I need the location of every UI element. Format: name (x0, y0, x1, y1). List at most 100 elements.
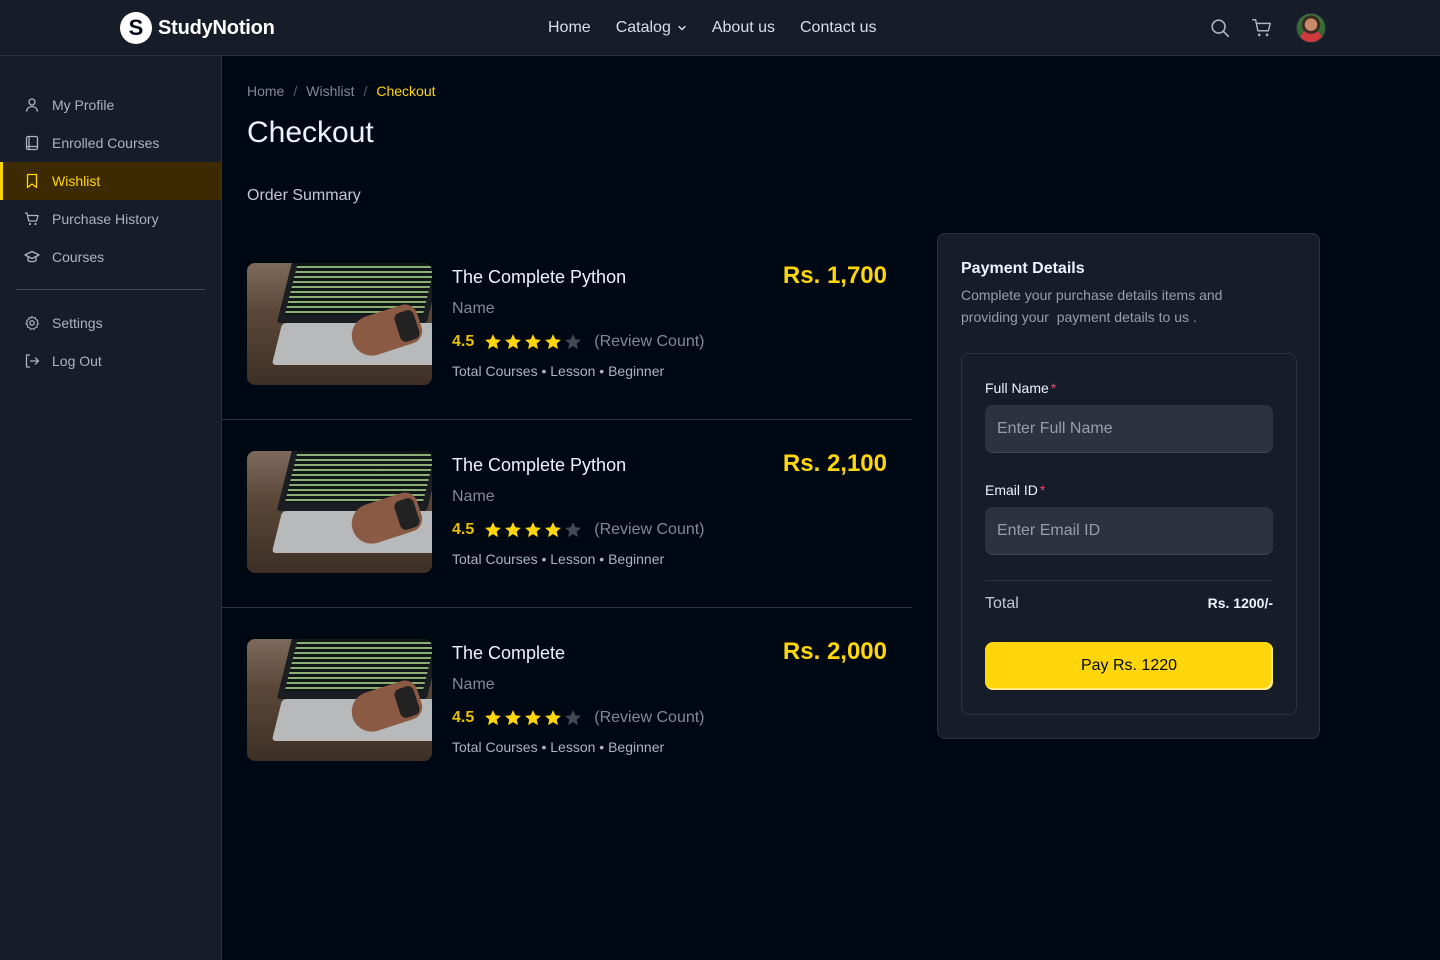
star-rating (484, 333, 582, 351)
sidebar-divider (16, 289, 205, 290)
star-filled-icon (505, 710, 522, 726)
email-label-text: Email ID (985, 482, 1038, 498)
sidebar: My Profile Enrolled Courses Wishlist Pur… (0, 56, 222, 960)
course-rating: 4.5 (Review Count) (452, 330, 705, 354)
star-filled-icon (545, 334, 562, 350)
course-meta: Total Courses • Lesson • Beginner (452, 551, 665, 567)
sidebar-item-label: Purchase History (52, 211, 159, 227)
pay-button[interactable]: Pay Rs. 1220 (985, 642, 1273, 690)
star-filled-icon (505, 334, 522, 350)
breadcrumb-separator: / (363, 83, 368, 99)
star-filled-icon (485, 522, 502, 538)
course-rating: 4.5 (Review Count) (452, 518, 705, 542)
sidebar-item-courses[interactable]: Courses (0, 238, 221, 276)
breadcrumb: Home / Wishlist / Checkout (247, 83, 436, 99)
logout-icon (25, 354, 40, 368)
star-rating (484, 521, 582, 539)
sidebar-item-label: Settings (52, 315, 103, 331)
cart-icon[interactable] (1250, 16, 1274, 40)
course-title[interactable]: The Complete (452, 640, 705, 666)
required-mark: * (1039, 482, 1046, 498)
gear-icon (25, 315, 40, 330)
course-info: The Complete Python Name 4.5 (Review Cou… (452, 264, 705, 379)
full-name-label-text: Full Name (985, 380, 1049, 396)
avatar[interactable] (1296, 13, 1326, 43)
breadcrumb-wishlist[interactable]: Wishlist (306, 83, 354, 99)
star-empty-icon (565, 334, 582, 350)
star-empty-icon (565, 522, 582, 538)
star-filled-icon (525, 522, 542, 538)
total-label: Total (985, 595, 1019, 612)
breadcrumb-home[interactable]: Home (247, 83, 284, 99)
nav-home[interactable]: Home (548, 19, 591, 37)
payment-details-description: Complete your purchase details items and… (961, 287, 1227, 325)
form-divider (985, 580, 1273, 581)
sidebar-item-purchase-history[interactable]: Purchase History (0, 200, 221, 238)
email-label: Email ID * (985, 482, 1045, 498)
brand-logo[interactable]: S StudyNotion (120, 12, 275, 44)
course-thumbnail[interactable] (247, 639, 432, 761)
nav-about[interactable]: About us (712, 19, 775, 37)
review-count: (Review Count) (594, 709, 705, 726)
header-actions (1208, 12, 1326, 44)
sidebar-item-my-profile[interactable]: My Profile (0, 86, 221, 124)
review-count: (Review Count) (594, 333, 705, 350)
star-rating (484, 709, 582, 727)
email-input[interactable] (985, 507, 1273, 555)
course-subtitle: Name (452, 676, 495, 693)
user-icon (25, 98, 39, 112)
sidebar-item-logout[interactable]: Log Out (0, 342, 221, 380)
payment-form: Full Name* Email ID* Total Rs. 1200/- Pa… (961, 353, 1297, 715)
order-item: The Complete Python Name 4.5 (Review Cou… (222, 420, 912, 608)
course-subtitle: Name (452, 300, 495, 317)
payment-details-title: Payment Details (961, 260, 1085, 277)
course-thumbnail[interactable] (247, 451, 432, 573)
course-rating: 4.5 (Review Count) (452, 706, 705, 730)
total-value: Rs. 1200/- (1207, 595, 1273, 611)
sidebar-item-label: Courses (52, 249, 105, 265)
sidebar-item-enrolled-courses[interactable]: Enrolled Courses (0, 124, 221, 162)
course-thumbnail[interactable] (247, 263, 432, 385)
brand-name: StudyNotion (158, 16, 275, 39)
rating-value: 4.5 (452, 709, 475, 726)
star-filled-icon (545, 522, 562, 538)
payment-details-card: Payment Details Complete your purchase d… (937, 233, 1320, 739)
nav-contact[interactable]: Contact us (800, 19, 876, 37)
star-filled-icon (525, 334, 542, 350)
full-name-label: Full Name * (985, 380, 1056, 396)
search-icon[interactable] (1208, 16, 1232, 40)
bookmark-icon (26, 173, 38, 189)
sidebar-item-label: Wishlist (52, 173, 101, 189)
course-title[interactable]: The Complete Python (452, 452, 705, 478)
order-item: The Complete Name 4.5 (Review Count) Tot… (222, 608, 912, 796)
nav-catalog[interactable]: Catalog (616, 19, 687, 37)
logo-mark-icon: S (120, 12, 152, 44)
main-nav: Home Catalog About us Contact us (548, 0, 876, 56)
required-mark: * (1050, 380, 1057, 396)
cart-icon (25, 212, 39, 226)
star-filled-icon (485, 334, 502, 350)
course-price: Rs. 1,700 (782, 262, 887, 289)
full-name-input[interactable] (985, 405, 1273, 453)
rating-value: 4.5 (452, 333, 475, 350)
sidebar-item-label: Enrolled Courses (52, 135, 160, 151)
sidebar-item-settings[interactable]: Settings (0, 304, 221, 342)
course-price: Rs. 2,000 (782, 638, 887, 665)
sidebar-item-wishlist[interactable]: Wishlist (0, 162, 221, 200)
review-count: (Review Count) (594, 521, 705, 538)
chevron-down-icon (678, 25, 686, 31)
nav-catalog-label: Catalog (615, 19, 671, 36)
course-info: The Complete Name 4.5 (Review Count) Tot… (452, 640, 705, 755)
star-filled-icon (505, 522, 522, 538)
breadcrumb-current: Checkout (376, 83, 436, 99)
course-meta: Total Courses • Lesson • Beginner (452, 363, 665, 379)
course-title[interactable]: The Complete Python (452, 264, 705, 290)
star-empty-icon (565, 710, 582, 726)
graduation-cap-icon (24, 250, 40, 263)
book-icon (25, 135, 39, 151)
course-meta: Total Courses • Lesson • Beginner (452, 739, 665, 755)
star-filled-icon (485, 710, 502, 726)
star-filled-icon (545, 710, 562, 726)
course-price: Rs. 2,100 (782, 450, 887, 477)
order-summary-heading: Order Summary (247, 187, 361, 204)
